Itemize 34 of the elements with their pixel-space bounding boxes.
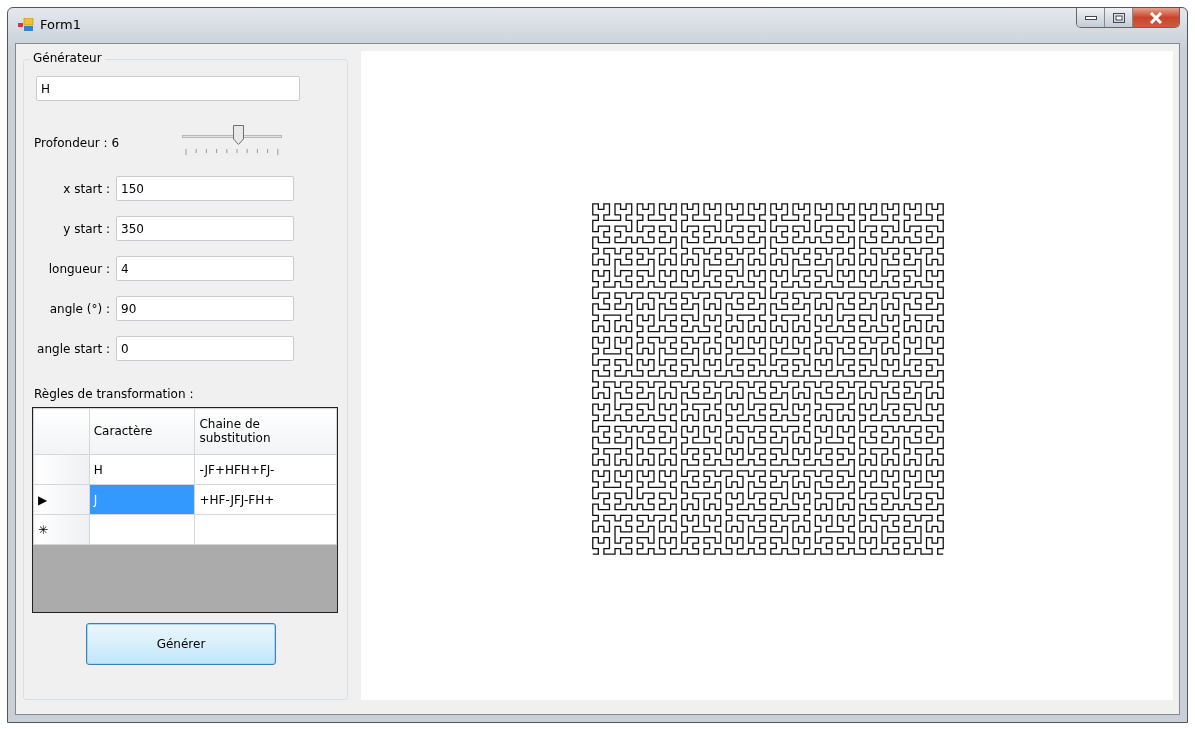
field-label: y start : bbox=[62, 221, 111, 236]
column-header[interactable]: Caractère bbox=[89, 408, 195, 455]
corner-header bbox=[33, 408, 90, 455]
minimize-icon bbox=[1084, 14, 1097, 21]
input-field[interactable]: 4 bbox=[116, 256, 294, 281]
row-header[interactable]: ✳ bbox=[33, 514, 90, 545]
field-label: angle start : bbox=[36, 341, 111, 356]
field-label: angle (°) : bbox=[48, 301, 111, 316]
maximize-button[interactable] bbox=[1105, 8, 1133, 27]
close-icon bbox=[1149, 11, 1163, 24]
input-field[interactable]: 350 bbox=[116, 216, 294, 241]
group-label: Générateur bbox=[30, 51, 105, 65]
axiom-field[interactable]: H bbox=[36, 76, 300, 101]
window-title: Form1 bbox=[40, 17, 82, 32]
maximize-icon bbox=[1112, 12, 1125, 23]
column-header[interactable]: Chaine de substitution bbox=[194, 408, 337, 455]
slider-thumb[interactable] bbox=[233, 125, 244, 145]
field-label: longueur : bbox=[47, 261, 111, 276]
app-icon bbox=[18, 18, 34, 32]
minimize-button[interactable] bbox=[1077, 8, 1105, 27]
table-cell[interactable] bbox=[194, 514, 337, 545]
rules-label: Règles de transformation : bbox=[33, 387, 195, 401]
field-label: x start : bbox=[62, 181, 111, 196]
table-cell[interactable]: H bbox=[89, 454, 195, 485]
depth-label: Profondeur : 6 bbox=[33, 136, 121, 150]
table-cell[interactable] bbox=[89, 514, 195, 545]
input-field[interactable]: 0 bbox=[116, 336, 294, 361]
input-field[interactable]: 90 bbox=[116, 296, 294, 321]
generate-button[interactable]: Générer bbox=[86, 623, 276, 665]
table-cell[interactable]: +HF-JFJ-FH+ bbox=[194, 484, 337, 515]
input-field[interactable]: 150 bbox=[116, 176, 294, 201]
table-cell[interactable]: -JF+HFH+FJ- bbox=[194, 454, 337, 485]
row-header[interactable]: ▶ bbox=[33, 484, 90, 515]
close-button[interactable] bbox=[1133, 8, 1179, 27]
